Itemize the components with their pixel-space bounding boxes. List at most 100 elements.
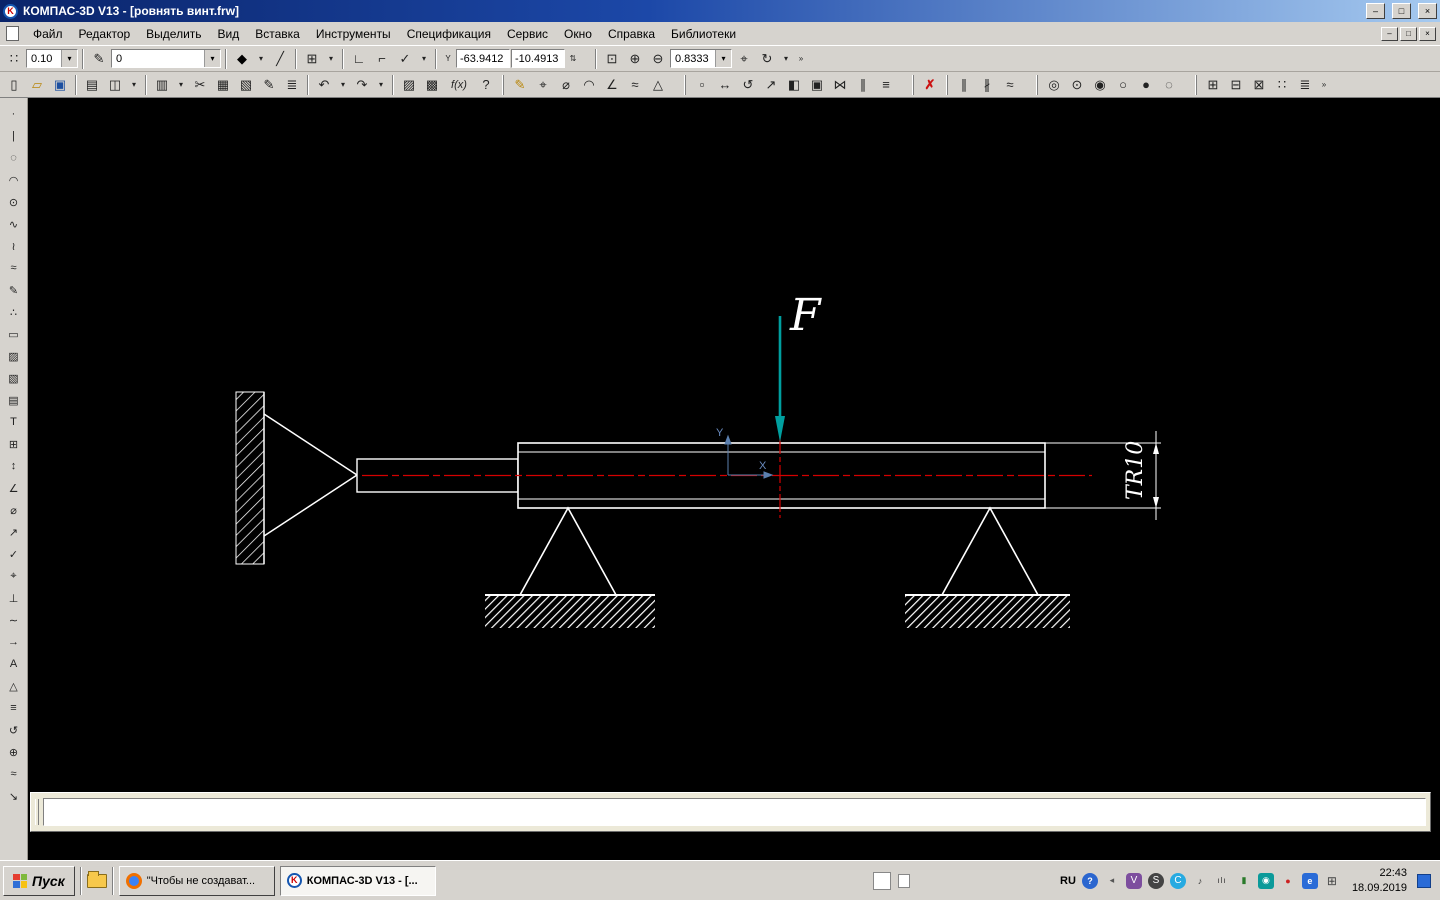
zoom-in-icon[interactable]: ⊕ bbox=[624, 49, 646, 69]
background-page-icon[interactable] bbox=[897, 873, 910, 888]
drawing-canvas[interactable]: F Y X TR10 bbox=[28, 98, 1440, 860]
toolbar-grip[interactable] bbox=[946, 74, 948, 95]
measure-curve-button[interactable]: ≈ bbox=[624, 75, 646, 95]
open-document-button[interactable]: ▱ bbox=[26, 75, 48, 95]
mdi-restore-button[interactable]: □ bbox=[1400, 26, 1417, 41]
arc-tool-icon[interactable]: ◠ bbox=[3, 170, 25, 190]
print-preview-button[interactable]: ◫ bbox=[104, 75, 126, 95]
docmanager-dropdown-icon[interactable]: ▾ bbox=[174, 75, 188, 95]
copy-button[interactable]: ▦ bbox=[212, 75, 234, 95]
property-bar-grip[interactable] bbox=[35, 799, 39, 825]
grid-dropdown-icon[interactable]: ▾ bbox=[324, 49, 338, 69]
zoom-dropdown-icon[interactable]: ▾ bbox=[715, 50, 731, 67]
menu-specification[interactable]: Спецификация bbox=[399, 24, 499, 44]
library-manager-button[interactable]: ▨ bbox=[398, 75, 420, 95]
print-button[interactable]: ▤ bbox=[81, 75, 103, 95]
menu-select[interactable]: Выделить bbox=[138, 24, 209, 44]
tray-grid-icon[interactable]: ⊞ bbox=[1324, 873, 1340, 889]
grid-cross-button[interactable]: ⊠ bbox=[1248, 75, 1270, 95]
refresh-dropdown-icon[interactable]: ▾ bbox=[779, 49, 793, 69]
leader-tool-icon[interactable]: ↗ bbox=[3, 522, 25, 542]
wavy-break-tool-icon[interactable]: ∼ bbox=[3, 610, 25, 630]
task-firefox[interactable]: "Чтобы не создават... bbox=[118, 865, 275, 896]
circle-point-button[interactable]: ◉ bbox=[1089, 75, 1111, 95]
coordinate-spinner-icon[interactable]: ⇅ bbox=[566, 49, 580, 69]
y-coordinate-field[interactable]: -10.4913 bbox=[511, 49, 565, 68]
start-button[interactable]: Пуск bbox=[3, 865, 75, 896]
show-desktop-icon[interactable] bbox=[1417, 873, 1431, 888]
line-width-combo[interactable]: 0.10 ▾ bbox=[26, 49, 78, 68]
pan-icon[interactable]: ⌖ bbox=[733, 49, 755, 69]
parallel-button[interactable]: ∥ bbox=[852, 75, 874, 95]
wave-line-tool-icon[interactable]: ≈ bbox=[3, 258, 25, 278]
menu-window[interactable]: Окно bbox=[556, 24, 600, 44]
toolbar2-overflow-icon[interactable]: » bbox=[1317, 75, 1331, 95]
grid-insert-button[interactable]: ⊞ bbox=[1202, 75, 1224, 95]
zoom-combo[interactable]: 0.8333 ▾ bbox=[670, 49, 732, 68]
document-manager-button[interactable]: ▥ bbox=[151, 75, 173, 95]
mdi-minimize-button[interactable]: – bbox=[1381, 26, 1398, 41]
document-icon[interactable] bbox=[6, 26, 19, 41]
fill-tool-icon[interactable]: ▧ bbox=[3, 368, 25, 388]
triangle-tool-icon[interactable]: △ bbox=[3, 676, 25, 696]
toolbar-grip[interactable] bbox=[1195, 74, 1197, 95]
tray-viber-icon[interactable]: V bbox=[1125, 872, 1142, 889]
x-coordinate-field[interactable]: -63.9412 bbox=[456, 49, 510, 68]
circle-tool-icon[interactable]: ⊙ bbox=[3, 192, 25, 212]
measure-diameter-button[interactable]: ⌀ bbox=[555, 75, 577, 95]
angle-dimension-tool-icon[interactable]: ∠ bbox=[3, 478, 25, 498]
mdi-close-button[interactable]: × bbox=[1419, 26, 1436, 41]
strokes-button[interactable]: ≣ bbox=[1294, 75, 1316, 95]
align-button[interactable]: ≡ bbox=[875, 75, 897, 95]
measure-pencil-button[interactable]: ✎ bbox=[509, 75, 531, 95]
text-tool-icon[interactable]: T bbox=[3, 412, 25, 432]
move-button[interactable]: ↔ bbox=[714, 75, 736, 95]
points-tool-icon[interactable]: ∴ bbox=[3, 302, 25, 322]
specification-button[interactable]: ≣ bbox=[281, 75, 303, 95]
point-tool-icon[interactable]: · bbox=[3, 104, 25, 124]
toolbar-grip[interactable] bbox=[1036, 74, 1038, 95]
menu-help[interactable]: Справка bbox=[600, 24, 663, 44]
letter-tool-icon[interactable]: A bbox=[3, 654, 25, 674]
local-cs-icon[interactable]: Y bbox=[441, 49, 455, 69]
circle-center-button[interactable]: ⊙ bbox=[1066, 75, 1088, 95]
insert-tool-icon[interactable]: ⊕ bbox=[3, 742, 25, 762]
close-button[interactable]: × bbox=[1418, 3, 1437, 19]
curve-tool-icon[interactable]: ≀ bbox=[3, 236, 25, 256]
tray-battery-icon[interactable]: ▮ bbox=[1236, 873, 1252, 889]
grid-icon[interactable]: ⊞ bbox=[301, 49, 323, 69]
tray-chevron-icon[interactable]: ◂ bbox=[1104, 873, 1120, 889]
measure-arc-button[interactable]: ◠ bbox=[578, 75, 600, 95]
document-settings-icon[interactable]: ∷ bbox=[3, 49, 25, 69]
current-color-icon[interactable]: ◆ bbox=[231, 49, 253, 69]
datum-tool-icon[interactable]: ⌖ bbox=[3, 566, 25, 586]
mirror-button[interactable]: ◧ bbox=[783, 75, 805, 95]
menu-editor[interactable]: Редактор bbox=[71, 24, 139, 44]
redo-button[interactable]: ↷ bbox=[351, 75, 373, 95]
nonparallel-line-button[interactable]: ∦ bbox=[976, 75, 998, 95]
magnifier-tool-icon[interactable]: ◌ bbox=[3, 148, 25, 168]
copy-object-button[interactable]: ▣ bbox=[806, 75, 828, 95]
toolbar-grip[interactable] bbox=[502, 74, 504, 95]
trim-button[interactable]: ⋈ bbox=[829, 75, 851, 95]
rectangle-tool-icon[interactable]: ▭ bbox=[3, 324, 25, 344]
layer-dropdown-icon[interactable]: ▾ bbox=[204, 50, 220, 67]
quick-launch-folder-icon[interactable] bbox=[86, 870, 107, 888]
zoom-out-icon[interactable]: ⊖ bbox=[647, 49, 669, 69]
refresh-view-icon[interactable]: ↻ bbox=[756, 49, 778, 69]
zoom-rect-icon[interactable]: ⊡ bbox=[601, 49, 623, 69]
snap-dropdown-icon[interactable]: ▾ bbox=[417, 49, 431, 69]
menu-insert[interactable]: Вставка bbox=[247, 24, 308, 44]
tray-messenger-icon[interactable]: C bbox=[1169, 872, 1186, 889]
spline-tool-icon[interactable]: ∿ bbox=[3, 214, 25, 234]
corner-mode-icon[interactable]: ⌐ bbox=[371, 49, 393, 69]
strokes-tool-icon[interactable]: ▤ bbox=[3, 390, 25, 410]
linear-dimension-tool-icon[interactable]: ↕ bbox=[3, 456, 25, 476]
scale-button[interactable]: ↗ bbox=[760, 75, 782, 95]
stop-command-button[interactable]: ✗ bbox=[919, 75, 941, 95]
auxiliary-line-tool-icon[interactable]: | bbox=[3, 126, 25, 146]
language-indicator[interactable]: RU bbox=[1060, 875, 1076, 887]
approx-tool-icon[interactable]: ≈ bbox=[3, 764, 25, 784]
paste-button[interactable]: ▧ bbox=[235, 75, 257, 95]
tray-skype-icon[interactable]: S bbox=[1147, 872, 1164, 889]
